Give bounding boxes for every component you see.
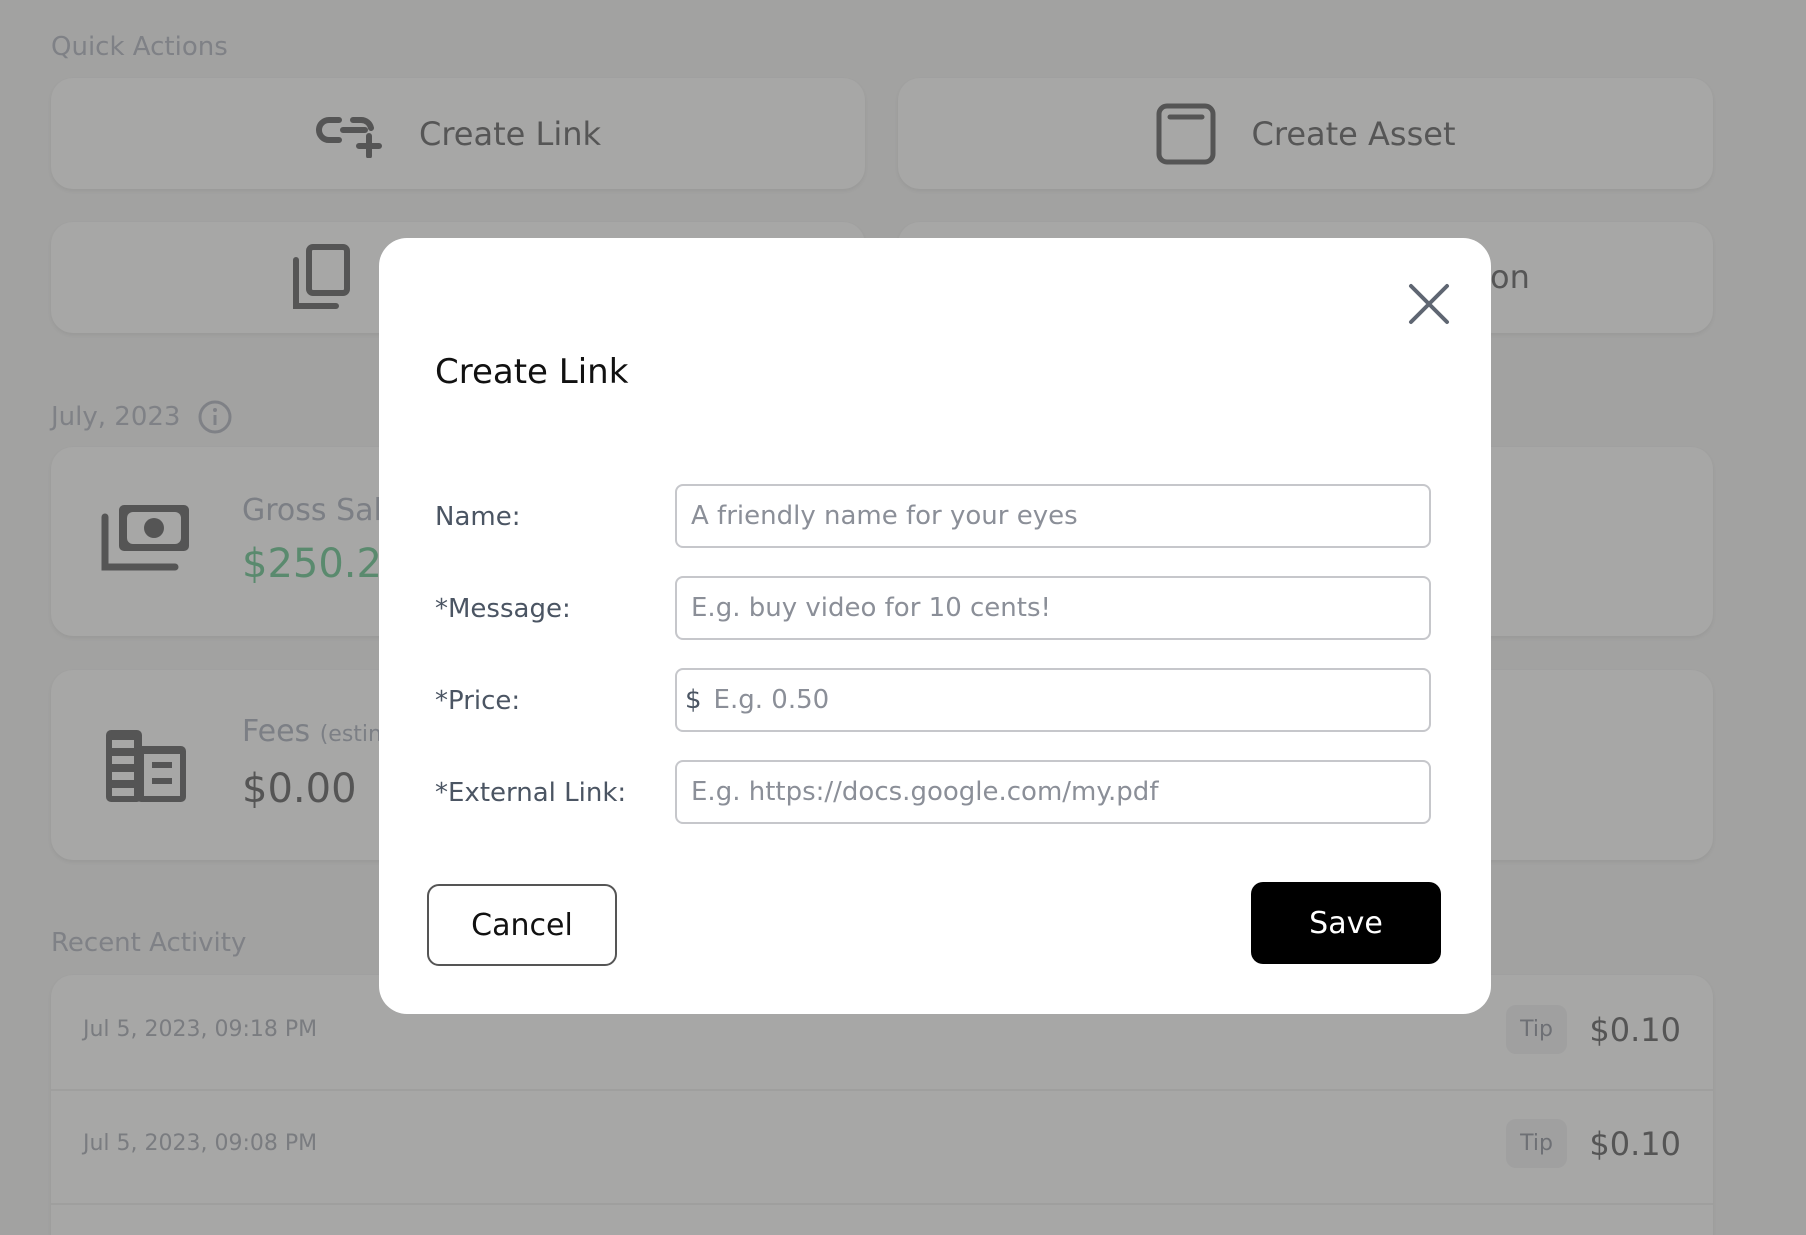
copy-icon: [293, 244, 350, 309]
create-asset-action[interactable]: Create Asset: [898, 78, 1713, 189]
activity-type-badge: Tip: [1506, 1005, 1567, 1054]
name-field-box: [675, 484, 1431, 548]
activity-list: Jul 5, 2023, 09:18 PM Tip $0.10 Jul 5, 2…: [51, 975, 1713, 1235]
fees-label-text: Fees: [242, 714, 311, 749]
fees-label: Fees (estin: [242, 714, 382, 749]
quick-actions-heading: Quick Actions: [51, 32, 228, 62]
modal-title: Create Link: [435, 352, 629, 392]
name-field-row: Name:: [435, 484, 1435, 550]
activity-type-badge: Tip: [1506, 1119, 1567, 1168]
activity-date: Jul 5, 2023, 09:18 PM: [83, 1017, 318, 1042]
gross-sales-value: $250.2: [242, 541, 382, 587]
message-input[interactable]: [689, 592, 1417, 624]
activity-date: Jul 5, 2023, 09:08 PM: [83, 1131, 318, 1156]
close-icon[interactable]: [1407, 282, 1451, 326]
asset-icon: [1156, 103, 1216, 164]
info-icon[interactable]: [198, 400, 232, 434]
external-link-label: *External Link:: [435, 778, 627, 808]
cancel-button[interactable]: Cancel: [427, 884, 617, 966]
create-link-action[interactable]: Create Link: [51, 78, 865, 189]
price-input[interactable]: [711, 684, 1417, 716]
currency-prefix: $: [685, 685, 702, 715]
create-asset-label: Create Asset: [1251, 114, 1456, 153]
quick-action-right-label: on: [1490, 258, 1530, 296]
ledger-icon: [106, 730, 186, 802]
activity-amount: $0.10: [1589, 1011, 1681, 1049]
price-label: *Price:: [435, 686, 521, 716]
period-heading: July, 2023: [51, 402, 181, 432]
create-link-modal: Create Link Name: *Message: *Price: $ *E…: [379, 238, 1491, 1014]
recent-activity-heading: Recent Activity: [51, 928, 247, 958]
price-field-row: *Price: $: [435, 668, 1435, 734]
message-label: *Message:: [435, 594, 571, 624]
external-link-field-box: [675, 760, 1431, 824]
link-plus-icon: [316, 116, 382, 158]
gross-sales-label: Gross Sal: [242, 493, 382, 528]
activity-row[interactable]: Jul 5, 2023, 09:08 PM Tip $0.10: [51, 1089, 1713, 1205]
name-label: Name:: [435, 502, 521, 532]
money-icon: [101, 505, 189, 571]
activity-amount: $0.10: [1589, 1125, 1681, 1163]
price-field-box: $: [675, 668, 1431, 732]
fees-value: $0.00: [242, 766, 357, 812]
period-heading-row: July, 2023: [51, 400, 232, 434]
external-link-input[interactable]: [689, 776, 1417, 808]
external-link-field-row: *External Link:: [435, 760, 1435, 826]
create-link-label: Create Link: [418, 114, 602, 153]
fees-sublabel: (estin: [319, 722, 382, 747]
name-input[interactable]: [689, 500, 1417, 532]
message-field-row: *Message:: [435, 576, 1435, 642]
save-button[interactable]: Save: [1251, 882, 1441, 964]
message-field-box: [675, 576, 1431, 640]
